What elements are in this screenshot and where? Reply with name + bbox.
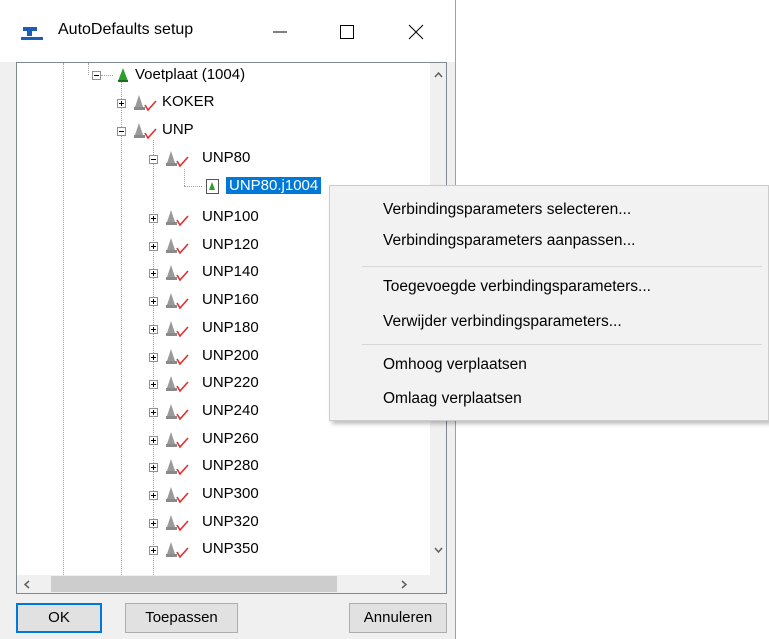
menu-item-added-parameters[interactable]: Toegevoegde verbindingsparameters... [383, 278, 651, 296]
menu-item-edit-parameters[interactable]: Verbindingsparameters aanpassen... [383, 232, 635, 250]
profile-check-icon [166, 238, 189, 255]
profile-check-icon [166, 376, 189, 393]
parameter-file-icon [206, 179, 219, 194]
tree-node-label[interactable]: UNP280 [202, 457, 259, 474]
close-icon [408, 24, 424, 40]
profile-check-icon [166, 487, 189, 504]
tree-node-label-selected[interactable]: UNP80.j1004 [224, 176, 323, 195]
horizontal-scroll-thumb[interactable] [51, 576, 337, 592]
profile-check-icon [166, 349, 189, 366]
profile-check-icon [166, 293, 189, 310]
close-button[interactable] [393, 14, 439, 48]
profile-check-icon [166, 265, 189, 282]
apply-button[interactable]: Toepassen [125, 603, 238, 633]
tree-guide-line [184, 169, 185, 186]
minimize-button[interactable] [257, 14, 303, 48]
scroll-down-icon[interactable] [434, 547, 443, 554]
scroll-up-icon[interactable] [434, 71, 443, 78]
profile-check-icon [166, 515, 189, 532]
ok-button[interactable]: OK [16, 603, 102, 633]
expand-toggle[interactable] [149, 325, 158, 334]
tree-node-label[interactable]: UNP240 [202, 402, 259, 419]
tree-branch-line [184, 186, 202, 187]
expand-toggle[interactable] [149, 491, 158, 500]
maximize-icon [340, 25, 354, 39]
scroll-right-icon[interactable] [401, 580, 408, 589]
tree-node-label[interactable]: UNP220 [202, 374, 259, 391]
scrollbar-corner [430, 575, 446, 593]
expand-toggle[interactable] [149, 463, 158, 472]
tree-node-label[interactable]: UNP320 [202, 513, 259, 530]
profile-check-icon [166, 404, 189, 421]
expand-toggle[interactable] [149, 353, 158, 362]
tree-guide-line [88, 63, 89, 75]
tree-node-label[interactable]: Voetplaat (1004) [135, 66, 245, 83]
tree-node-label[interactable]: UNP300 [202, 485, 259, 502]
expand-toggle[interactable] [149, 380, 158, 389]
menu-item-move-up[interactable]: Omhoog verplaatsen [383, 356, 527, 374]
profile-check-icon [166, 321, 189, 338]
tree-node-label[interactable]: UNP [162, 121, 194, 138]
profile-check-icon [134, 95, 157, 112]
tree-guide-line [121, 79, 122, 575]
expand-toggle[interactable] [149, 269, 158, 278]
scroll-left-icon[interactable] [23, 580, 30, 589]
tree-node-label[interactable]: UNP260 [202, 430, 259, 447]
tree-node-label[interactable]: KOKER [162, 93, 215, 110]
tree-node-label[interactable]: UNP120 [202, 236, 259, 253]
tree-node-label[interactable]: UNP100 [202, 208, 259, 225]
profile-check-icon [166, 542, 189, 559]
context-menu: Verbindingsparameters selecteren... Verb… [329, 185, 769, 421]
expand-toggle[interactable] [149, 519, 158, 528]
expand-toggle[interactable] [149, 214, 158, 223]
minimize-icon [273, 31, 287, 33]
tree-node-label[interactable]: UNP180 [202, 319, 259, 336]
tree-node-label[interactable]: UNP140 [202, 263, 259, 280]
green-cone-icon [118, 68, 128, 82]
tree-node-label[interactable]: UNP200 [202, 347, 259, 364]
expand-toggle[interactable] [149, 297, 158, 306]
collapse-toggle[interactable] [92, 71, 101, 80]
profile-check-icon [166, 151, 189, 168]
tree-node-label[interactable]: UNP350 [202, 540, 259, 557]
menu-separator [362, 266, 762, 267]
collapse-toggle[interactable] [149, 155, 158, 164]
tree-guide-line [63, 63, 64, 575]
tree-node-label[interactable]: UNP160 [202, 291, 259, 308]
expand-toggle[interactable] [149, 408, 158, 417]
expand-toggle[interactable] [149, 436, 158, 445]
profile-check-icon [166, 210, 189, 227]
menu-separator [362, 344, 762, 345]
maximize-button[interactable] [324, 14, 370, 48]
expand-toggle[interactable] [149, 242, 158, 251]
collapse-toggle[interactable] [117, 127, 126, 136]
expand-toggle[interactable] [149, 546, 158, 555]
title-bar[interactable]: AutoDefaults setup [0, 0, 455, 62]
profile-check-icon [166, 459, 189, 476]
cancel-button[interactable]: Annuleren [349, 603, 447, 633]
horizontal-scrollbar[interactable] [17, 575, 430, 593]
profile-check-icon [166, 432, 189, 449]
menu-item-select-parameters[interactable]: Verbindingsparameters selecteren... [383, 201, 631, 219]
tree-branch-line [101, 75, 113, 76]
window-title: AutoDefaults setup [58, 21, 194, 38]
expand-toggle[interactable] [117, 99, 126, 108]
profile-check-icon [134, 123, 157, 140]
app-icon [21, 27, 43, 40]
menu-item-move-down[interactable]: Omlaag verplaatsen [383, 390, 522, 408]
menu-item-remove-parameters[interactable]: Verwijder verbindingsparameters... [383, 313, 622, 331]
tree-node-label[interactable]: UNP80 [202, 149, 250, 166]
